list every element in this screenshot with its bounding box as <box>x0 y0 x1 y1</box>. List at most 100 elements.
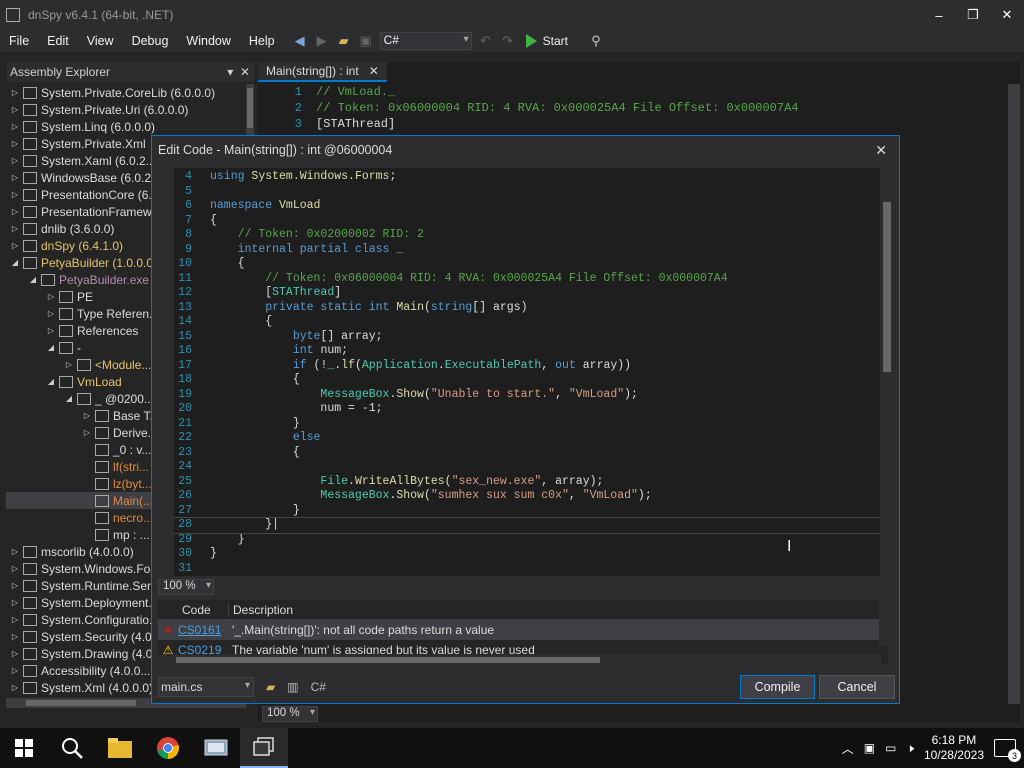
code-line[interactable]: 15 byte[] array; <box>174 330 880 345</box>
tree-item[interactable]: ▷ System.Linq (6.0.0.0) <box>6 118 246 135</box>
code-line[interactable]: 10 { <box>174 257 880 272</box>
expand-toggle-icon[interactable]: ▷ <box>10 241 20 250</box>
error-code-link[interactable]: CS0161 <box>178 623 228 637</box>
code-line[interactable]: 5 <box>174 185 880 200</box>
column-code[interactable]: Code <box>158 603 228 617</box>
minimize-button[interactable]: – <box>922 0 956 30</box>
code-line[interactable]: 30} <box>174 547 880 562</box>
code-line[interactable]: 17 if (!_.lf(Application.ExecutablePath,… <box>174 359 880 374</box>
save-icon[interactable]: ▣ <box>358 33 374 49</box>
panel-close-icon[interactable]: ✕ <box>240 65 250 79</box>
code-line[interactable]: 28 }| <box>174 517 881 534</box>
code-line[interactable]: 9 internal partial class _ <box>174 243 880 258</box>
notifications-icon[interactable]: 3 <box>994 739 1021 762</box>
code-line[interactable]: 25 File.WriteAllBytes("sex_new.exe", arr… <box>174 475 880 490</box>
expand-toggle-icon[interactable]: ▷ <box>10 615 20 624</box>
chevron-up-icon[interactable]: ︿ <box>842 740 854 757</box>
error-list-horizontal-scrollbar[interactable] <box>158 654 882 666</box>
code-line[interactable]: 6 namespace VmLoad <box>174 199 880 214</box>
expand-toggle-icon[interactable]: ▷ <box>10 632 20 641</box>
code-line[interactable]: 21 } <box>174 417 880 432</box>
expand-toggle-icon[interactable]: ◢ <box>46 343 56 352</box>
code-line[interactable]: 23 { <box>174 446 880 461</box>
back-icon[interactable]: ◀ <box>292 33 308 49</box>
expand-toggle-icon[interactable]: ▷ <box>10 207 20 216</box>
expand-toggle-icon[interactable]: ▷ <box>10 224 20 233</box>
expand-toggle-icon[interactable]: ▷ <box>64 360 74 369</box>
file-explorer-icon[interactable] <box>96 728 144 768</box>
code-line[interactable]: 20 num = -1; <box>174 402 880 417</box>
network-tool-icon[interactable] <box>192 728 240 768</box>
expand-toggle-icon[interactable]: ▷ <box>46 292 56 301</box>
language-select[interactable]: C# <box>379 32 472 50</box>
code-line[interactable]: 31 <box>174 562 880 577</box>
expand-toggle-icon[interactable]: ▷ <box>46 326 56 335</box>
windows-start-icon[interactable] <box>0 728 48 768</box>
menu-debug[interactable]: Debug <box>123 34 178 48</box>
start-button[interactable]: Start <box>525 34 568 48</box>
expand-toggle-icon[interactable]: ▷ <box>10 156 20 165</box>
expand-toggle-icon[interactable]: ▷ <box>10 581 20 590</box>
volume-icon[interactable]: 🕨 <box>906 741 914 756</box>
menu-view[interactable]: View <box>78 34 123 48</box>
clock[interactable]: 6:18 PM 10/28/2023 <box>924 733 984 763</box>
expand-toggle-icon[interactable]: ▷ <box>10 190 20 199</box>
expand-toggle-icon[interactable]: ▷ <box>10 649 20 658</box>
expand-toggle-icon[interactable]: ▷ <box>46 309 56 318</box>
code-horizontal-scrollbar[interactable] <box>220 582 882 592</box>
menu-file[interactable]: File <box>0 34 38 48</box>
code-line[interactable]: 14 { <box>174 315 880 330</box>
code-line[interactable]: 13 private static int Main(string[] args… <box>174 301 880 316</box>
cancel-button[interactable]: Cancel <box>819 675 895 699</box>
column-description[interactable]: Description <box>228 602 293 617</box>
maximize-button[interactable]: ❐ <box>956 0 990 30</box>
code-line[interactable]: 4 using System.Windows.Forms; <box>174 170 880 185</box>
code-editor[interactable]: 4 using System.Windows.Forms; 5 6 namespace … <box>174 168 894 576</box>
code-line[interactable]: 11 // Token: 0x06000004 RID: 4 RVA: 0x00… <box>174 272 880 287</box>
expand-toggle-icon[interactable]: ▷ <box>10 564 20 573</box>
code-line[interactable]: 16 int num; <box>174 344 880 359</box>
menu-help[interactable]: Help <box>240 34 284 48</box>
code-line[interactable]: 27 } <box>174 504 880 519</box>
csharp-icon[interactable]: C# <box>311 680 326 694</box>
expand-toggle-icon[interactable]: ◢ <box>64 394 74 403</box>
network-icon[interactable]: ▭ <box>885 741 896 755</box>
expand-toggle-icon[interactable]: ▷ <box>10 173 20 182</box>
dialog-close-icon[interactable]: ✕ <box>875 142 887 159</box>
panel-menu-icon[interactable]: ▾ <box>227 65 233 79</box>
expand-toggle-icon[interactable]: ▷ <box>10 666 20 675</box>
code-line[interactable]: 29 } <box>174 533 880 548</box>
tab-main[interactable]: Main(string[]) : int ✕ <box>258 62 387 82</box>
open-folder-icon[interactable]: ▰ <box>336 33 352 49</box>
code-vertical-scrollbar[interactable] <box>880 168 894 576</box>
file-select[interactable]: main.cs <box>158 677 254 697</box>
code-line[interactable]: 8 // Token: 0x02000002 RID: 2 <box>174 228 880 243</box>
expand-toggle-icon[interactable]: ▷ <box>10 547 20 556</box>
expand-toggle-icon[interactable]: ▷ <box>10 88 20 97</box>
expand-toggle-icon[interactable]: ▷ <box>10 122 20 131</box>
close-button[interactable]: ✕ <box>990 0 1024 30</box>
redo-icon[interactable]: ↷ <box>500 33 516 49</box>
menu-edit[interactable]: Edit <box>38 34 78 48</box>
open-folder-icon[interactable]: ▰ <box>266 680 275 694</box>
tab-close-icon[interactable]: ✕ <box>369 64 379 78</box>
compile-button[interactable]: Compile <box>740 675 815 699</box>
expand-toggle-icon[interactable]: ▷ <box>10 105 20 114</box>
code-line[interactable]: 22 else <box>174 431 880 446</box>
dnspy-taskbar-icon[interactable] <box>240 728 288 768</box>
expand-toggle-icon[interactable]: ◢ <box>46 377 56 386</box>
forward-icon[interactable]: ▶ <box>314 33 330 49</box>
menu-window[interactable]: Window <box>177 34 239 48</box>
expand-toggle-icon[interactable]: ▷ <box>82 428 92 437</box>
tree-item[interactable]: ▷ System.Private.Uri (6.0.0.0) <box>6 101 246 118</box>
expand-toggle-icon[interactable]: ◢ <box>10 258 20 267</box>
references-icon[interactable]: ▥ <box>287 680 298 694</box>
expand-toggle-icon[interactable]: ▷ <box>10 139 20 148</box>
expand-toggle-icon[interactable]: ▷ <box>10 598 20 607</box>
code-line[interactable]: 7{ <box>174 214 880 229</box>
error-list-vertical-scrollbar[interactable] <box>879 600 891 646</box>
status-zoom-select[interactable]: 100 % <box>262 706 318 722</box>
error-row[interactable]: ✕ CS0161 '_.Main(string[])': not all cod… <box>158 620 888 640</box>
device-icon[interactable]: ▣ <box>864 741 875 755</box>
search-taskbar-icon[interactable] <box>48 728 96 768</box>
